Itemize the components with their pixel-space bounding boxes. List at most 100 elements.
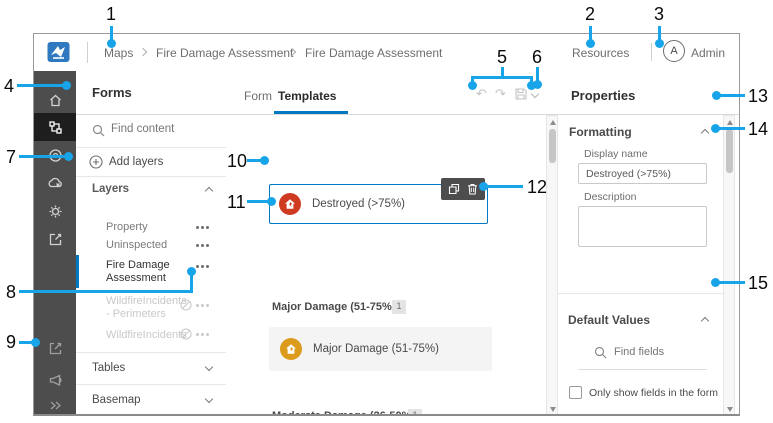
description-label: Description [584,191,637,203]
sidebar-item-settings[interactable] [34,197,76,225]
app-window: Maps Fire Damage Assessment Fire Damage … [33,33,740,416]
major-damage-symbol-icon [280,338,302,360]
layer-overflow-menu-icon[interactable] [201,333,204,336]
template-card-actions [441,178,485,200]
formatting-section-title: Formatting [569,125,632,139]
scroll-up-arrow[interactable] [549,120,556,125]
scroll-up-arrow[interactable] [726,120,733,125]
callout-number: 9 [6,332,17,352]
callout-number: 6 [532,47,543,67]
forms-panel-title: Forms [92,85,132,100]
layer-row-wildfire-perimeters[interactable]: WildfireIncidents - Perimeters [106,295,187,321]
display-name-input[interactable] [578,163,707,184]
gear-icon [49,205,61,217]
basemap-section-header[interactable]: Basemap [76,385,226,414]
not-allowed-icon [180,299,192,311]
scrollbar-thumb[interactable] [549,129,556,163]
save-icon[interactable] [515,88,527,100]
layer-label: Property [106,221,148,233]
layer-row-fire-damage-assessment[interactable]: Fire Damage Assessment [106,259,186,285]
properties-scrollbar[interactable] [723,115,735,414]
callout-number: 13 [748,86,769,106]
template-group-title: Moderate Damage (26-50%) [272,410,416,416]
share-icon [49,233,61,245]
scroll-down-arrow[interactable] [726,407,733,412]
double-chevron-right-icon [50,401,61,409]
divider [578,369,707,370]
home-icon [49,94,61,106]
sidebar-item-home[interactable] [34,86,76,114]
scrollbar-thumb[interactable] [726,129,733,173]
breadcrumb-maps[interactable]: Maps [104,46,133,60]
template-card-major-damage[interactable]: Major Damage (51-75%) [269,327,492,371]
layer-label: WildfireIncidents [106,329,187,341]
find-content-search[interactable] [76,115,226,147]
layers-section-header[interactable]: Layers [76,177,226,201]
search-icon [594,346,607,359]
layer-row-property[interactable]: Property [106,221,148,234]
template-count-badge: 1 [408,409,422,414]
delete-template-button[interactable] [467,183,478,195]
sidebar-item-offline[interactable] [34,169,76,197]
callout-number: 4 [4,76,15,96]
forms-panel: Forms Add layers Layers Property Uni [76,71,226,414]
duplicate-template-button[interactable] [448,183,460,195]
layer-overflow-menu-icon[interactable] [201,244,204,247]
layer-overflow-menu-icon[interactable] [201,304,204,307]
expand-icon [204,362,214,372]
tables-section-label: Tables [92,362,126,374]
basemap-section-label: Basemap [92,394,141,406]
breadcrumb-map[interactable]: Fire Damage Assessment [156,46,293,60]
open-in-new-icon [49,342,61,354]
callout-number: 2 [585,4,596,24]
header-divider [87,42,88,63]
collapse-formatting-icon[interactable] [700,128,710,138]
app-header: Maps Fire Damage Assessment Fire Damage … [34,34,739,71]
scroll-down-arrow[interactable] [549,407,556,412]
template-count-badge: 1 [392,300,406,314]
callout-number: 1 [106,4,117,24]
templates-scrollbar[interactable] [546,115,558,414]
search-input[interactable] [111,123,216,135]
undo-button[interactable]: ↶ [476,87,487,100]
tables-section-header[interactable]: Tables [76,353,226,383]
save-menu-chevron-icon[interactable] [530,89,540,99]
divider [558,293,723,294]
template-group-title: Major Damage (51-75%) [272,301,396,313]
app-logo-icon[interactable] [47,41,70,63]
only-show-fields-label: Only show fields in the form [589,387,718,399]
search-icon [92,124,105,137]
template-card-label: Major Damage (51-75%) [313,343,439,355]
collapse-default-values-icon[interactable] [700,316,710,326]
megaphone-icon [49,374,61,387]
layer-row-wildfire-incidents[interactable]: WildfireIncidents [106,329,187,342]
layer-overflow-menu-icon[interactable] [201,265,204,268]
add-layers-button[interactable]: Add layers [76,148,226,176]
tab-templates[interactable]: Templates [278,89,336,103]
user-menu[interactable]: Admin [691,46,725,60]
sidebar-item-forms[interactable] [34,113,76,141]
destroyed-symbol-icon [279,193,301,215]
sidebar-collapse-button[interactable] [34,391,76,414]
tab-form[interactable]: Form [244,89,272,103]
find-fields-input[interactable] [614,346,704,358]
only-show-fields-checkbox[interactable] [569,386,582,399]
offline-cloud-icon [48,177,62,188]
avatar[interactable]: A [663,40,685,62]
display-name-label: Display name [584,148,648,160]
callout-number: 11 [227,192,246,212]
description-textarea[interactable] [578,206,707,247]
callout-number: 7 [6,147,17,167]
add-layers-label: Add layers [109,156,164,168]
sidebar-item-feedback[interactable] [34,366,76,394]
sidebar-item-share[interactable] [34,225,76,253]
divider [558,114,739,115]
layer-overflow-menu-icon[interactable] [201,226,204,229]
forms-icon [48,120,62,134]
redo-button[interactable]: ↷ [495,87,506,100]
resources-link[interactable]: Resources [572,46,629,60]
sidebar-item-open-in-new[interactable] [34,334,76,362]
collapse-icon [204,186,214,196]
layer-row-uninspected[interactable]: Uninspected [106,239,167,252]
callout-number: 3 [654,4,665,24]
